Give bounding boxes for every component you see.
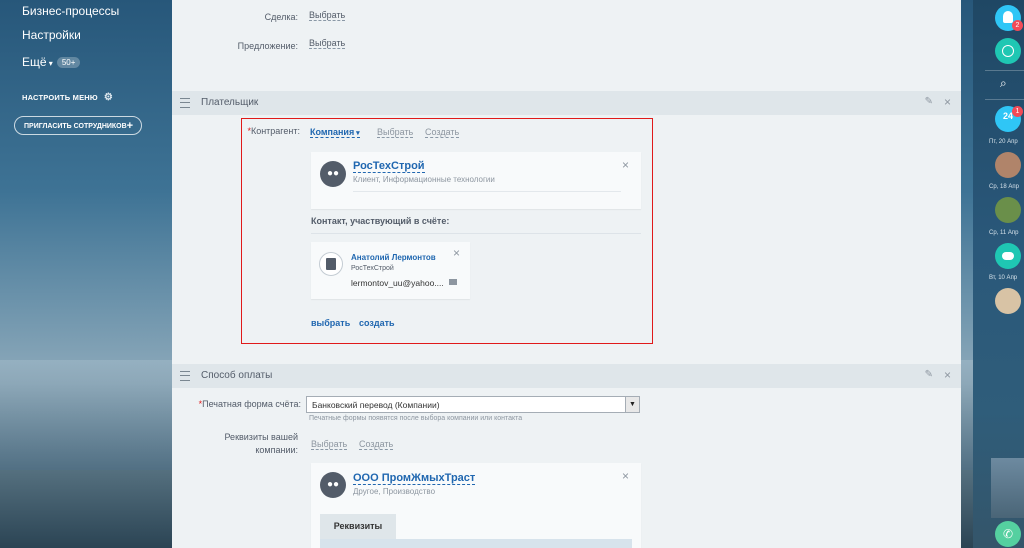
print-form-label-text: Печатная форма счёта: [202,399,301,409]
requisites-tab[interactable]: Реквизиты [320,514,396,539]
close-icon[interactable]: × [944,95,951,109]
print-form-label: *Печатная форма счёта: [190,399,301,409]
user-avatar-3[interactable] [995,288,1021,314]
rail-date-4: Вт, 10 Апр [989,275,1018,281]
rail-background-house [991,458,1024,518]
rail-date-2: Ср, 18 Апр [989,184,1019,190]
requisites-select-link[interactable]: Выбрать [311,439,348,450]
drag-handle-icon[interactable] [180,98,190,108]
print-form-select[interactable]: Банковский перевод (Компании) ▼ [306,396,640,413]
company-avatar: ●● [320,472,346,498]
print-form-value: Банковский перевод (Компании) [312,400,440,410]
phone-button[interactable]: ✆ [995,521,1021,547]
rail-date-1: Пт, 20 Апр [989,139,1018,145]
configure-menu-button[interactable]: НАСТРОИТЬ МЕНЮ ⚙ [22,92,113,103]
people-icon: ●● [326,479,340,490]
offer-label: Предложение: [237,41,298,51]
payment-section-header: Способ оплаты ✎ × [172,364,961,388]
sidebar-item-settings[interactable]: Настройки [22,28,81,42]
sidebar-item-business-processes[interactable]: Бизнес-процессы [22,4,119,18]
phone-icon: ✆ [1003,527,1014,541]
own-company-subtitle: Другое, Производство [353,487,436,496]
invite-label: ПРИГЛАСИТЬ СОТРУДНИКОВ [24,123,127,130]
deal-label: Сделка: [264,12,298,22]
invite-employees-button[interactable]: ПРИГЛАСИТЬ СОТРУДНИКОВ + [14,116,142,135]
bell-icon [1003,11,1013,23]
left-sidebar: Бизнес-процессы Настройки Ещё ▾ 50+ НАСТР… [0,0,162,548]
chevron-down-icon: ▾ [46,59,53,68]
rail-date-3: Ср, 11 Апр [989,230,1019,236]
rail-divider [985,70,1024,71]
chat-icon [1002,45,1014,57]
payer-section-title: Плательщик [201,97,259,108]
close-icon[interactable]: × [622,469,629,483]
close-icon[interactable]: × [944,368,951,382]
requisites-label-line1: Реквизиты вашей [224,432,298,442]
right-rail: 2 ⌕ 24 1 Пт, 20 Апр Ср, 18 Апр Ср, 11 Ап… [973,0,1024,548]
requisites-panel [320,539,632,548]
gear-icon: ⚙ [103,92,114,103]
payer-section-header: Плательщик ✎ × [172,91,961,115]
payment-section-title: Способ оплаты [201,370,273,381]
sidebar-more-label: Ещё [22,55,47,69]
cloud-button[interactable] [995,243,1021,269]
notifications-badge: 2 [1012,20,1023,31]
chat-button[interactable] [995,38,1021,64]
search-icon[interactable]: ⌕ [1000,76,1007,91]
highlight-box [241,118,653,344]
requisites-label: Реквизиты вашей компании: [210,432,298,455]
deal-select-link[interactable]: Выбрать [309,10,346,21]
own-company-name-link[interactable]: ООО ПромЖмыхТраст [353,472,476,485]
user-avatar-2[interactable] [995,197,1021,223]
cloud-icon [1002,252,1014,260]
configure-menu-label: НАСТРОИТЬ МЕНЮ [22,93,98,102]
own-company-card: ●● ООО ПромЖмыхТраст Другое, Производств… [311,463,641,548]
requisites-create-link[interactable]: Создать [359,439,394,450]
offer-select-link[interactable]: Выбрать [309,38,346,49]
pencil-icon[interactable]: ✎ [925,369,933,380]
more-count-badge: 50+ [56,57,81,69]
user-avatar-1[interactable] [995,152,1021,178]
rail-divider [985,99,1024,100]
requisites-label-line2: компании: [255,445,298,455]
print-form-hint: Печатные формы появятся после выбора ком… [309,415,523,422]
dropdown-arrow-icon: ▼ [625,397,639,412]
pencil-icon[interactable]: ✎ [925,96,933,107]
drag-handle-icon[interactable] [180,371,190,381]
sidebar-item-more[interactable]: Ещё ▾ 50+ [22,55,81,69]
plus-icon: + [126,120,133,132]
bitrix24-badge: 1 [1012,106,1023,117]
